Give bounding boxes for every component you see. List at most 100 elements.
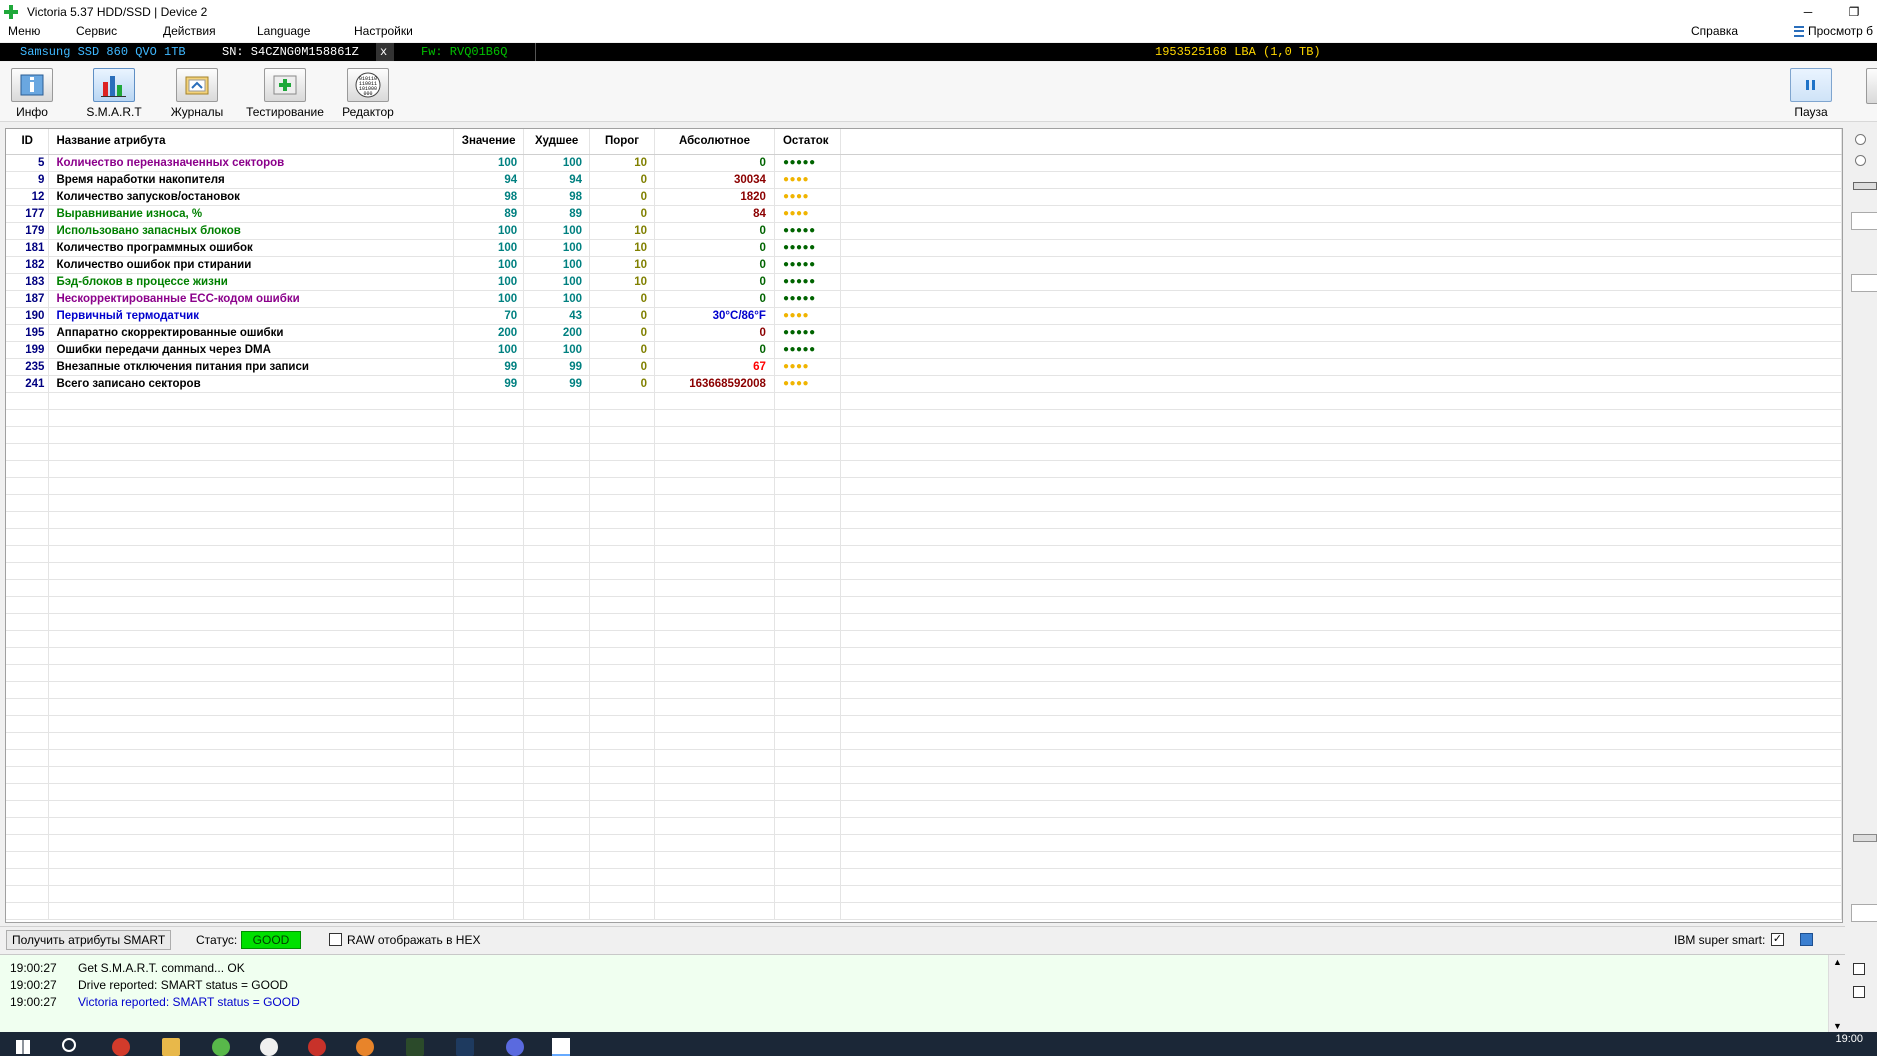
cell-id: 179 [6,222,50,240]
cell-remaining [774,715,841,733]
table-row[interactable]: 183 Бэд-блоков в процессе жизни 100 100 10 0 ●… [6,273,1842,291]
app-icon-navy[interactable] [456,1038,474,1056]
empty-table-row [6,460,1842,478]
app-icon-orange[interactable] [356,1038,374,1056]
cell-raw [654,715,775,733]
side-checkbox-1[interactable] [1853,963,1865,975]
cell-threshold [589,477,656,495]
header-value[interactable]: Значение [453,129,525,155]
cell-threshold [589,681,656,699]
toolbar-smart-button[interactable]: S.M.A.R.T [85,68,143,119]
cell-remaining: ●●●● [774,188,841,206]
table-row[interactable]: 190 Первичный термодатчик 70 43 0 30°C/86°F ●●… [6,307,1842,325]
opera-icon[interactable] [112,1038,130,1056]
toolbar-testing-button[interactable]: Тестирование [242,68,328,119]
menu-item-actions[interactable]: Действия [163,24,216,38]
side-button-1[interactable] [1851,212,1877,230]
menu-item-service[interactable]: Сервис [76,24,117,38]
table-row[interactable]: 182 Количество ошибок при стирании 100 100 1… [6,256,1842,274]
table-row[interactable]: 9 Время наработки накопителя 94 94 0 30034 ●●●… [6,171,1842,189]
chrome-icon[interactable] [260,1038,278,1056]
side-slider[interactable] [1853,834,1877,842]
device-model[interactable]: Samsung SSD 860 QVO 1TB [14,43,192,61]
get-smart-button[interactable]: Получить атрибуты SMART [6,930,172,950]
menu-item-menu[interactable]: Меню [8,24,40,38]
restore-button[interactable]: ❐ [1831,0,1877,24]
table-row[interactable]: 181 Количество программных ошибок 100 100 10… [6,239,1842,257]
side-button-3[interactable] [1851,904,1877,922]
header-name[interactable]: Название атрибута [48,129,455,155]
cell-value [453,494,525,512]
smart-attributes-grid: ID Название атрибута Значение Худшее Пор… [5,128,1843,923]
scroll-down-icon[interactable]: ▼ [1833,1021,1842,1031]
table-row[interactable]: 199 Ошибки передачи данных через DMA 100 10… [6,341,1842,359]
empty-table-row [6,528,1842,546]
header-raw[interactable]: Абсолютное [654,129,775,155]
search-icon[interactable] [62,1038,76,1052]
cell-name [48,579,455,597]
discord-icon[interactable] [506,1038,524,1056]
table-row[interactable]: 187 Нескорректированные ECC-кодом ошибки 1… [6,290,1842,308]
log-line: 19:00:27 Get S.M.A.R.T. command... OK [10,959,245,977]
side-input[interactable] [1853,182,1877,190]
radio-option-1[interactable] [1855,134,1866,145]
raw-hex-checkbox[interactable] [329,933,342,946]
empty-table-row [6,426,1842,444]
cell-raw [654,817,775,835]
cell-name [48,715,455,733]
table-row[interactable]: 241 Всего записано секторов 99 99 0 163668592… [6,375,1842,393]
cell-worst: 100 [523,256,591,274]
radio-option-2[interactable] [1855,155,1866,166]
cell-value [453,630,525,648]
ibm-super-smart-checkbox[interactable]: ✓ [1771,933,1784,946]
window-controls: ─ ❐ [1785,0,1877,24]
side-checkbox-2[interactable] [1853,986,1865,998]
taskbar-clock[interactable]: 19:00 [1835,1033,1863,1045]
toolbar-pause-button[interactable]: Пауза [1786,68,1836,119]
cell-worst [523,647,591,665]
header-remaining[interactable]: Остаток [774,129,841,155]
app-icon-dark[interactable] [406,1038,424,1056]
toolbar-overflow-button[interactable] [1866,68,1877,104]
cell-worst [523,545,591,563]
cell-name [48,613,455,631]
table-row[interactable]: 235 Внезапные отключения питания при запи… [6,358,1842,376]
cell-filler [840,647,1842,665]
cell-remaining [774,698,841,716]
menu-item-help[interactable]: Справка [1691,24,1738,38]
folder-icon[interactable] [162,1038,180,1056]
cell-threshold: 0 [589,290,656,308]
windows-start-icon[interactable] [16,1040,30,1054]
cell-name [48,868,455,886]
cell-id [6,613,50,631]
menu-item-settings[interactable]: Настройки [354,24,413,38]
cell-raw [654,732,775,750]
app-icon-red[interactable] [308,1038,326,1056]
log-time: 19:00:27 [10,961,57,975]
cell-threshold [589,596,656,614]
scroll-up-icon[interactable]: ▲ [1833,957,1842,967]
toolbar-info-button[interactable]: Инфо [8,68,56,119]
table-row[interactable]: 179 Использовано запасных блоков 100 100 10 0… [6,222,1842,240]
side-button-2[interactable] [1851,274,1877,292]
toolbar-logs-button[interactable]: Журналы [168,68,226,119]
toolbar-editor-button[interactable]: 010110 110011 101000 000 Редактор [339,68,397,119]
menu-item-view[interactable]: Просмотр б [1794,24,1873,38]
log-time: 19:00:27 [10,978,57,992]
menu-item-language[interactable]: Language [257,24,310,38]
cell-value: 100 [453,222,525,240]
header-threshold[interactable]: Порог [589,129,656,155]
victoria-taskbar-icon[interactable] [552,1038,570,1056]
utorrent-icon[interactable] [212,1038,230,1056]
table-row[interactable]: 12 Количество запусков/остановок 98 98 0 1820… [6,188,1842,206]
cell-raw [654,392,775,410]
table-row[interactable]: 195 Аппаратно скорректированные ошибки 200… [6,324,1842,342]
table-row[interactable]: 5 Количество переназначенных секторов 100 1… [6,154,1842,172]
header-id[interactable]: ID [6,129,50,155]
header-worst[interactable]: Худшее [523,129,591,155]
blue-square-button[interactable] [1800,933,1813,946]
device-close-button[interactable]: x [376,43,394,61]
table-row[interactable]: 177 Выравнивание износа, % 89 89 0 84 ●●●● [6,205,1842,223]
minimize-button[interactable]: ─ [1785,0,1831,24]
log-scrollbar[interactable]: ▲ ▼ [1828,955,1845,1033]
